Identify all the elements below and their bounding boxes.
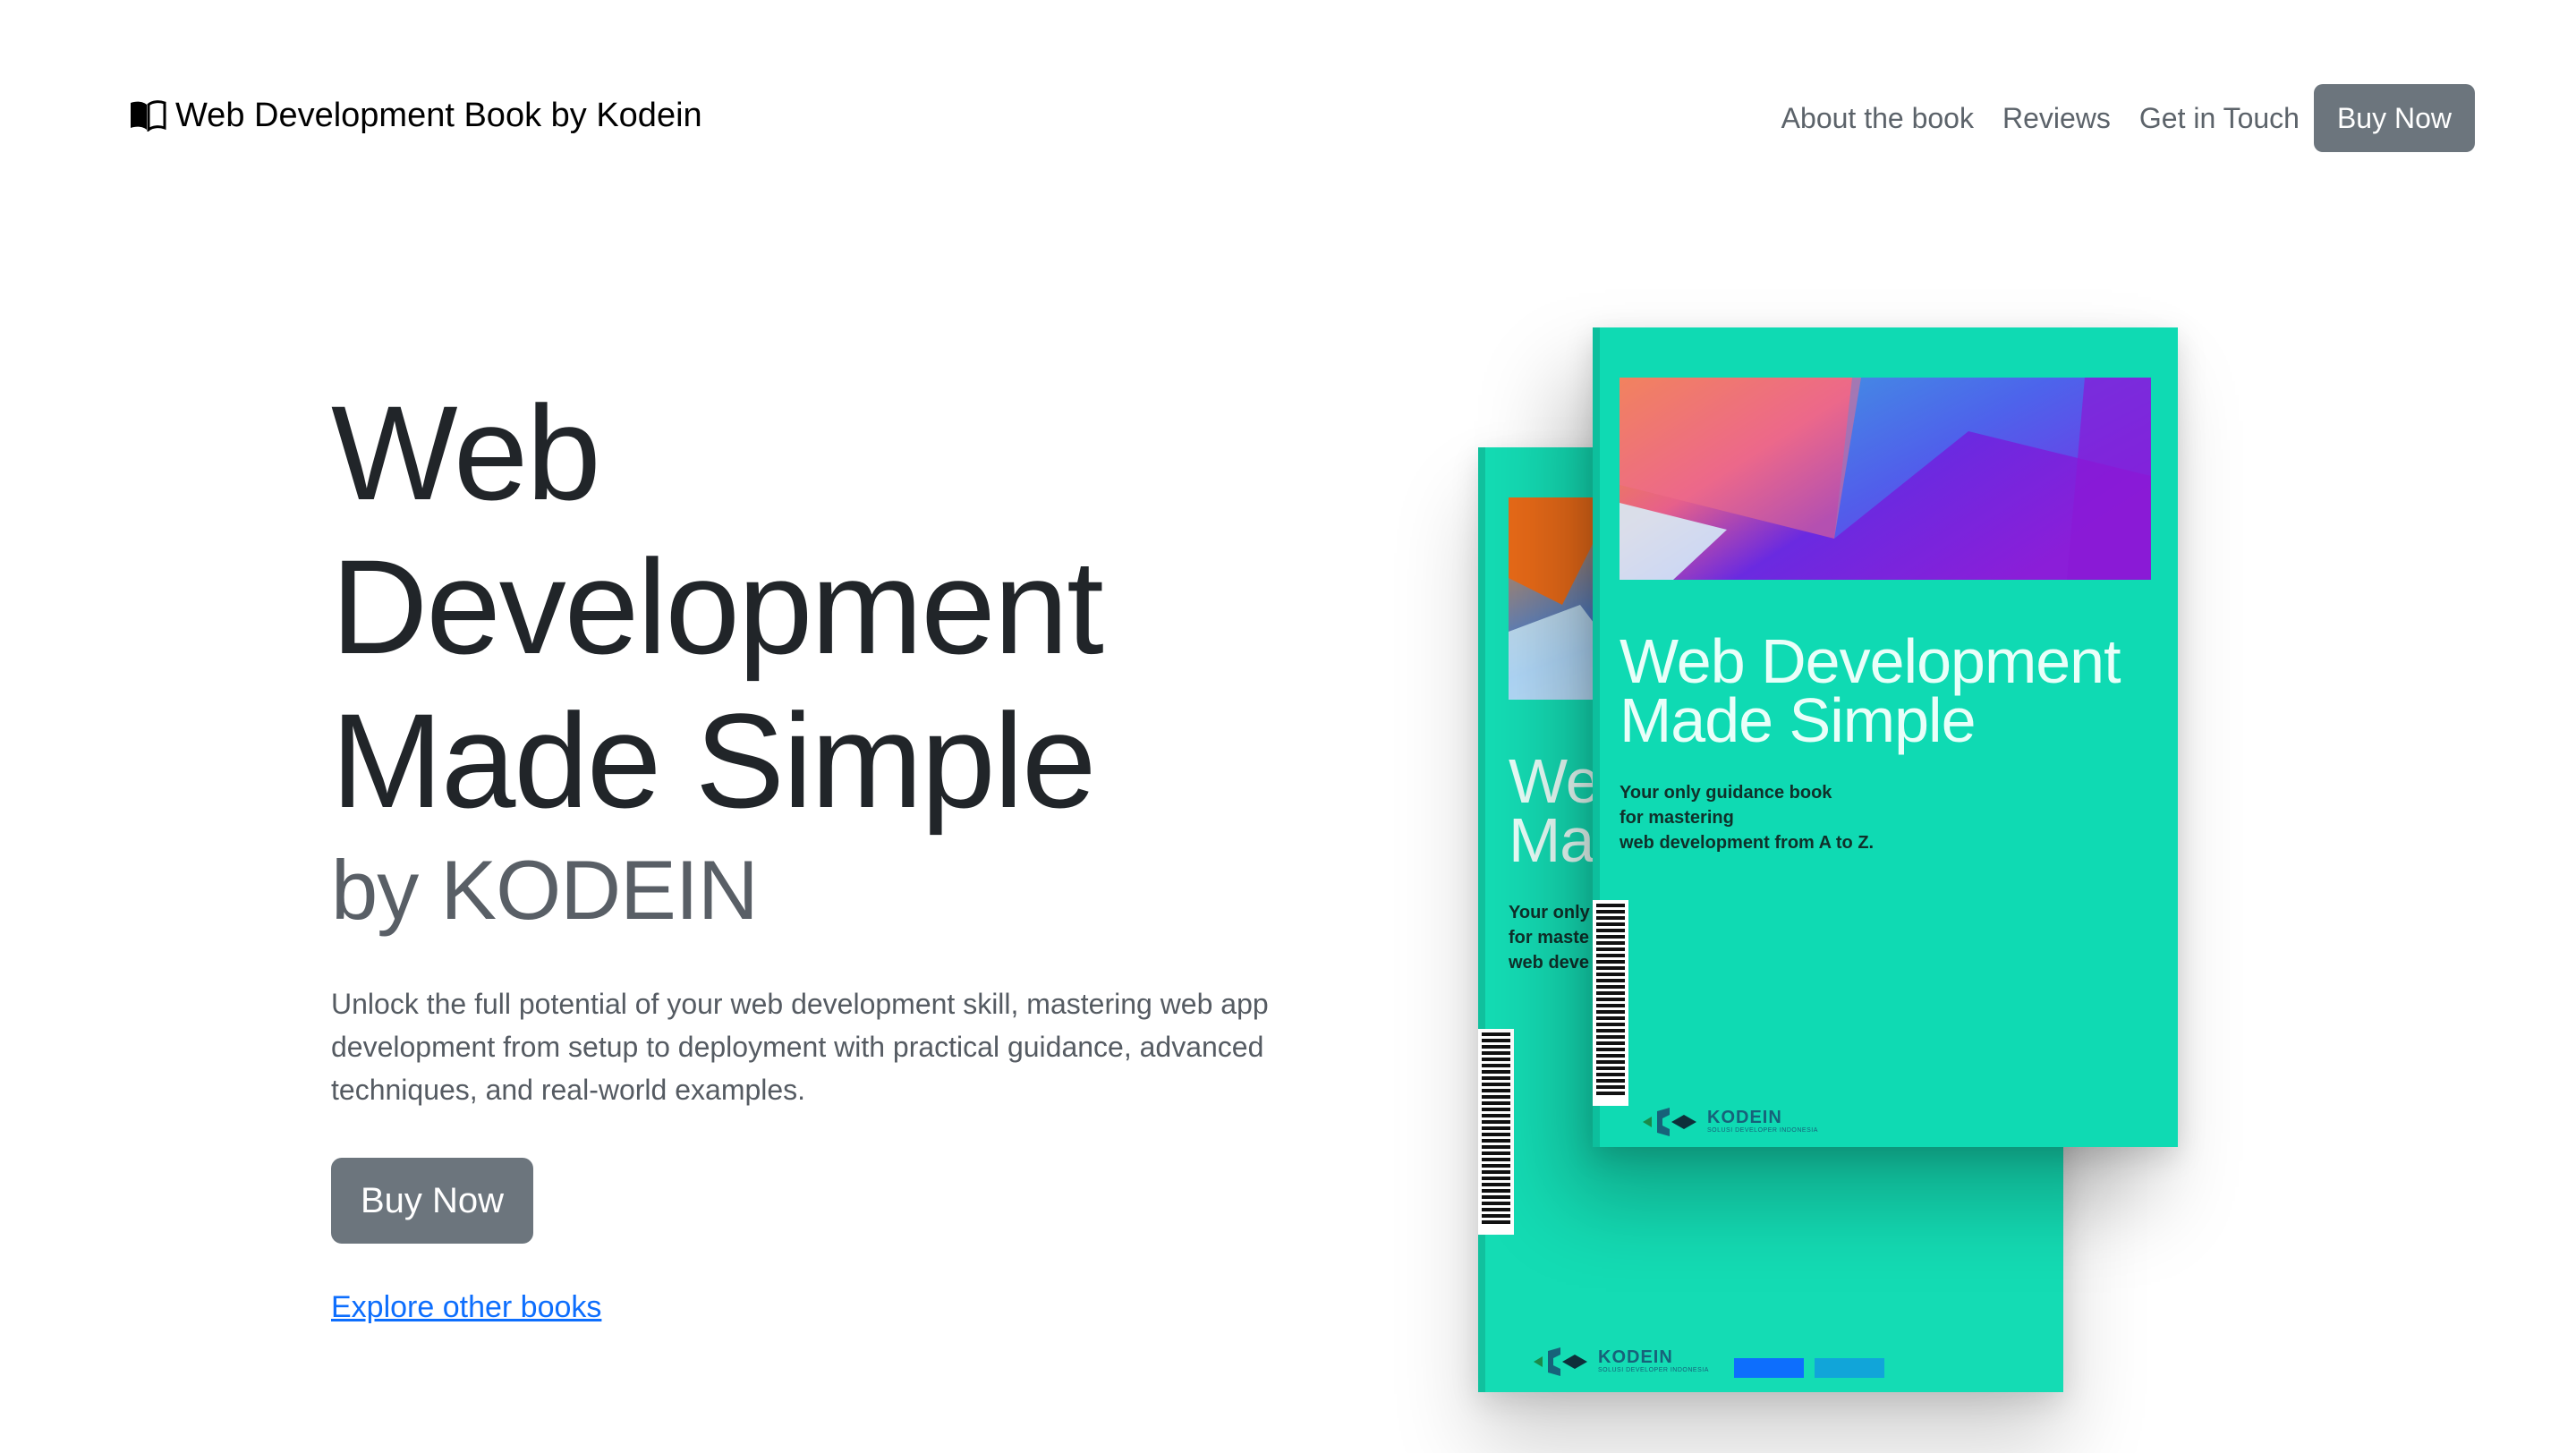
publisher-name: KODEIN — [1707, 1108, 1782, 1127]
hero-title-line: Made Simple — [331, 685, 1096, 836]
publisher-subtitle: SOLUSI DEVELOPER INDONESIA — [1707, 1127, 1818, 1134]
back-tagline-line: for maste — [1509, 928, 1590, 947]
nav-get-in-touch[interactable]: Get in Touch — [2125, 84, 2314, 152]
barcode — [1593, 900, 1628, 1106]
back-cover-title: We Ma — [1509, 746, 1601, 875]
carousel-indicator-2[interactable] — [1815, 1358, 1884, 1378]
carousel-indicator-1[interactable] — [1734, 1358, 1804, 1378]
hero-title-line: Web — [331, 378, 601, 528]
navbar: Web Development Book by Kodein About the… — [0, 0, 2576, 242]
carousel-indicators — [1734, 1358, 1884, 1378]
cover-title-line: Made Simple — [1620, 685, 1977, 755]
publisher-logo: KODEIN SOLUSI DEVELOPER INDONESIA — [1643, 1106, 1818, 1138]
publisher-subtitle: SOLUSI DEVELOPER INDONESIA — [1598, 1367, 1709, 1373]
back-tagline-line: Your only — [1509, 903, 1590, 922]
hero-description: Unlock the full potential of your web de… — [331, 988, 1269, 1106]
brand-title: Web Development Book by Kodein — [175, 97, 702, 134]
kodein-logo-icon — [1643, 1108, 1696, 1136]
front-cover-tagline: Your only guidance book for mastering we… — [1620, 780, 1874, 855]
barcode — [1478, 1029, 1514, 1235]
hero-buy-now-button[interactable]: Buy Now — [331, 1158, 533, 1244]
cover-title-line: Web Development — [1620, 626, 2121, 696]
back-cover-tagline: Your only for maste web deve — [1509, 900, 1590, 975]
main-nav: About the book Reviews Get in Touch Buy … — [1767, 84, 2475, 152]
back-tagline-line: web deve — [1509, 953, 1590, 973]
front-cover-title: Web Development Made Simple — [1620, 626, 2121, 755]
back-cover-title-line: Ma — [1509, 805, 1594, 875]
nav-reviews[interactable]: Reviews — [1988, 84, 2125, 152]
explore-other-books-link[interactable]: Explore other books — [331, 1290, 601, 1325]
nav-about-the-book[interactable]: About the book — [1767, 84, 1988, 152]
brand-link[interactable]: Web Development Book by Kodein — [129, 98, 702, 132]
kodein-logo-icon — [1534, 1347, 1587, 1376]
tagline-line: Your only guidance book — [1620, 783, 1832, 803]
hero-subtitle: by KODEIN — [331, 843, 759, 937]
book-spine — [1478, 447, 1485, 1392]
book-carousel: We Ma Your only for maste web deve KODEI… — [1432, 304, 2237, 1392]
tagline-line: for mastering — [1620, 808, 1734, 828]
header-buy-now-button[interactable]: Buy Now — [2313, 84, 2475, 152]
book-cover-front: Web Development Made Simple Your only gu… — [1593, 327, 2178, 1147]
publisher-name: KODEIN — [1598, 1347, 1673, 1367]
tagline-line: web development from A to Z. — [1620, 833, 1875, 853]
back-cover-title-line: We — [1509, 746, 1601, 816]
hero-title-line: Development — [331, 531, 1104, 682]
book-icon — [131, 100, 166, 132]
hero-title: Web Development Made Simple — [331, 376, 1315, 837]
cover-artwork — [1620, 378, 2151, 580]
publisher-logo: KODEIN SOLUSI DEVELOPER INDONESIA — [1534, 1346, 1709, 1378]
